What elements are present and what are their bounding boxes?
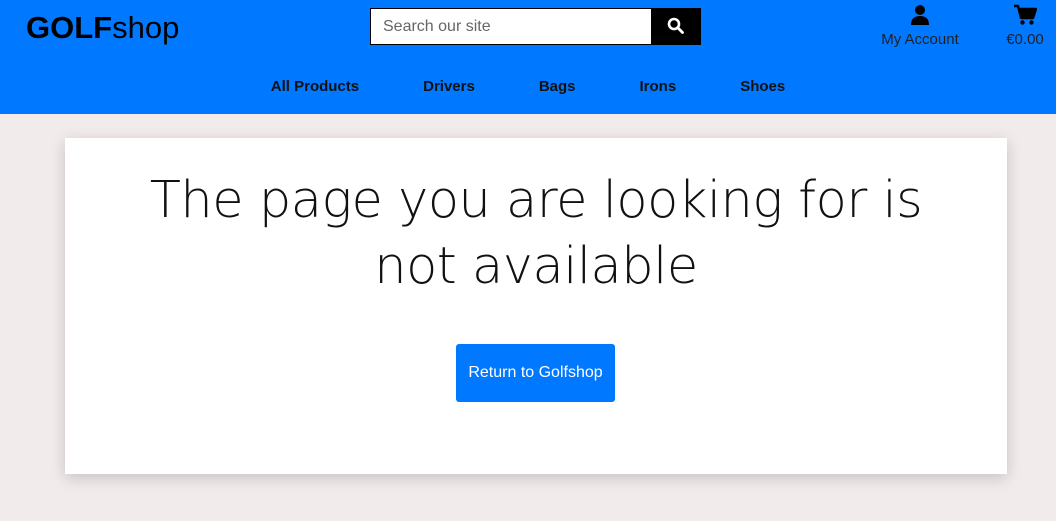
nav-item-bags[interactable]: Bags xyxy=(507,76,608,98)
logo-bold-text: GOLF xyxy=(26,10,113,45)
nav-item-all-products[interactable]: All Products xyxy=(239,76,391,98)
nav-item-shoes[interactable]: Shoes xyxy=(708,76,817,98)
search-icon xyxy=(667,17,684,37)
cart-link[interactable]: €0.00 xyxy=(1000,4,1050,49)
site-logo[interactable]: GOLFshop xyxy=(26,10,179,46)
nav-item-irons[interactable]: Irons xyxy=(608,76,709,98)
cart-total: €0.00 xyxy=(1006,31,1044,48)
return-to-golfshop-button[interactable]: Return to Golfshop xyxy=(456,344,615,402)
main-nav: All Products Drivers Bags Irons Shoes xyxy=(0,76,1056,98)
nav-item-drivers[interactable]: Drivers xyxy=(391,76,507,98)
not-found-heading: The page you are looking for is not avai… xyxy=(149,171,923,296)
my-account-link[interactable]: My Account xyxy=(872,4,968,49)
search-button[interactable] xyxy=(651,9,700,44)
site-header: GOLFshop My Account xyxy=(0,0,1056,114)
my-account-label: My Account xyxy=(881,31,959,48)
user-icon xyxy=(872,4,968,28)
logo-regular-text: shop xyxy=(112,10,180,45)
search-input[interactable] xyxy=(371,9,651,44)
not-found-card: The page you are looking for is not avai… xyxy=(65,138,1007,474)
search-form xyxy=(370,8,701,45)
cart-icon xyxy=(1000,4,1050,28)
